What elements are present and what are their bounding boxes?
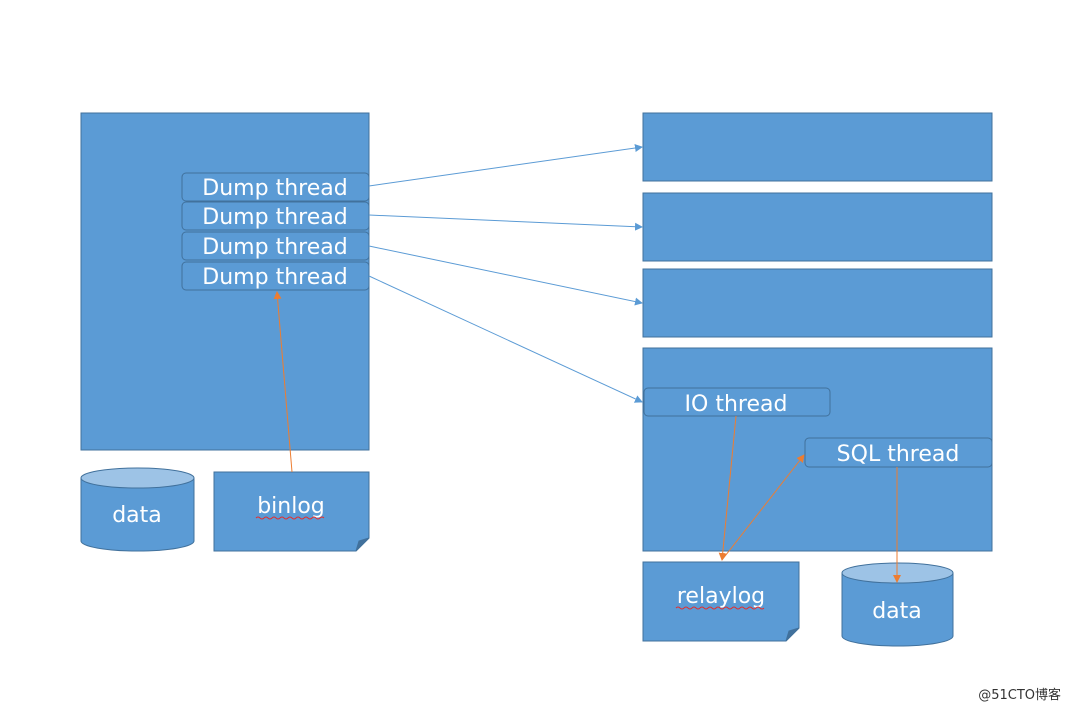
dump-thread-label: Dump thread	[202, 235, 347, 260]
sql-thread-label: SQL thread	[837, 442, 960, 467]
arrow-dump-1	[368, 144, 643, 187]
relaylog-label: relaylog	[677, 584, 765, 609]
dump-thread-label: Dump thread	[202, 205, 347, 230]
arrow-dump-2	[368, 214, 643, 231]
replication-diagram: Dump thread Dump thread Dump thread Dump…	[80, 112, 993, 647]
io-thread-label: IO thread	[685, 392, 788, 417]
dump-thread-label: Dump thread	[202, 265, 347, 290]
slave-server-1	[642, 112, 993, 182]
master-data-label: data	[112, 503, 162, 528]
dump-thread-label: Dump thread	[202, 176, 347, 201]
binlog-label: binlog	[257, 494, 325, 519]
slave-server-2	[642, 192, 993, 262]
slave-data-label: data	[872, 599, 922, 624]
slave-server-3	[642, 268, 993, 338]
watermark: @51CTO博客	[978, 688, 1061, 703]
